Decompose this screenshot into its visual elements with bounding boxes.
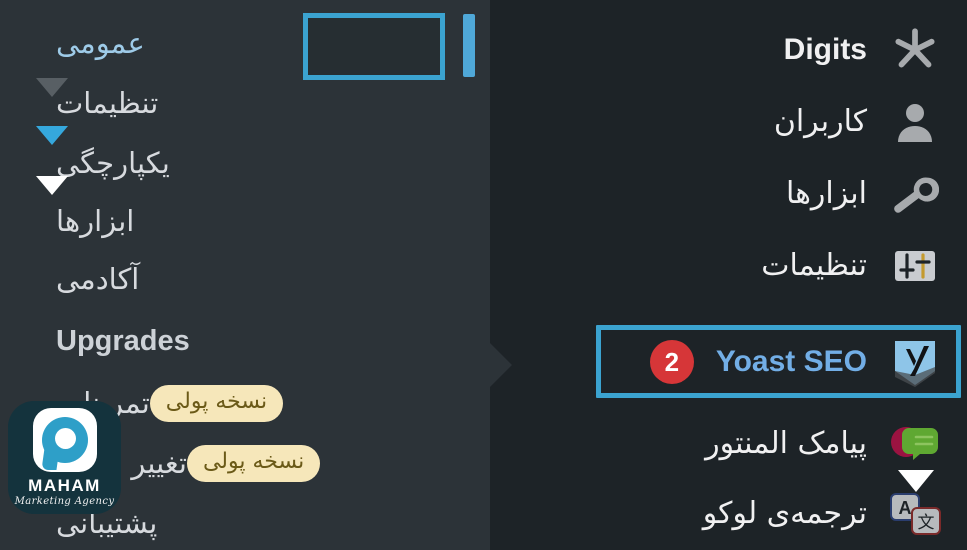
sidebar-item-general[interactable]: عمومی — [0, 12, 490, 74]
yoast-icon — [883, 330, 947, 394]
cursor-arrow-white-translate-icon — [898, 470, 934, 492]
svg-text:文: 文 — [918, 513, 935, 533]
menu-item-users[interactable]: کاربران — [490, 86, 967, 158]
sidebar-item-label: Upgrades — [56, 324, 190, 357]
menu-item-elementor-sms[interactable]: پیامک المنتور — [490, 408, 967, 480]
sidebar-item-label: ابزارها — [56, 203, 135, 238]
wordpress-admin-menu-screenshot: Digits کاربران ابزارها تنظیمات Yoast SEO… — [0, 0, 967, 550]
maham-p-glyph — [40, 417, 88, 470]
menu-item-label: کاربران — [773, 104, 867, 139]
maham-logo-name: MAHAM — [28, 476, 101, 495]
menu-item-label: پیامک المنتور — [705, 426, 867, 461]
sidebar-item-label: عمومی — [56, 25, 145, 60]
menu-item-label: Yoast SEO — [715, 345, 867, 378]
premium-badge: نسخه پولی — [149, 384, 284, 422]
cursor-arrow-gray-icon — [36, 78, 68, 97]
menu-item-digits[interactable]: Digits — [490, 14, 967, 86]
submenu-flyout-arrow-icon — [490, 343, 512, 387]
status-badge: 2 — [649, 340, 694, 384]
maham-watermark-logo: MAHAM Marketing Agency — [8, 401, 121, 514]
asterisk-icon — [883, 18, 947, 82]
sidebar-item-settings[interactable]: تنظیمات — [0, 72, 490, 134]
user-icon — [883, 90, 947, 154]
yoast-submenu-panel: عمومی تنظیمات یکپارچگی ابزارها آکادمی Up… — [0, 0, 490, 550]
sidebar-item-label: یکپارچگی — [56, 145, 170, 180]
cursor-arrow-cyan-icon — [36, 126, 68, 145]
cursor-arrow-white-icon — [36, 176, 68, 195]
svg-text:A: A — [899, 498, 912, 518]
premium-badge: نسخه پولی — [186, 444, 321, 482]
main-admin-menu: Digits کاربران ابزارها تنظیمات Yoast SEO… — [490, 0, 967, 550]
sms-chat-icon — [883, 412, 947, 476]
menu-item-label: ابزارها — [785, 176, 867, 211]
sliders-icon — [883, 234, 947, 298]
maham-logo-mark — [32, 408, 97, 472]
menu-item-yoast-seo[interactable]: Yoast SEO 2 — [490, 326, 967, 398]
menu-item-loco-translate[interactable]: A 文 ترجمه‌ی لوکو — [490, 478, 967, 550]
sidebar-item-label: تنظیمات — [56, 85, 159, 120]
menu-item-settings[interactable]: تنظیمات — [490, 230, 967, 302]
menu-item-label: Digits — [783, 33, 867, 66]
sidebar-item-integrations[interactable]: یکپارچگی — [0, 132, 490, 194]
sidebar-item-upgrades[interactable]: Upgrades — [0, 310, 490, 372]
maham-logo-tagline: Marketing Agency — [14, 496, 115, 507]
wrench-icon — [883, 162, 947, 226]
general-selection-bar — [463, 14, 475, 77]
menu-item-tools[interactable]: ابزارها — [490, 158, 967, 230]
sidebar-item-tools[interactable]: ابزارها — [0, 190, 490, 252]
sidebar-item-label: آکادمی — [56, 261, 140, 296]
menu-item-label: تنظیمات — [761, 248, 867, 283]
menu-item-label: ترجمه‌ی لوکو — [702, 496, 867, 531]
sidebar-item-academy[interactable]: آکادمی — [0, 248, 490, 310]
